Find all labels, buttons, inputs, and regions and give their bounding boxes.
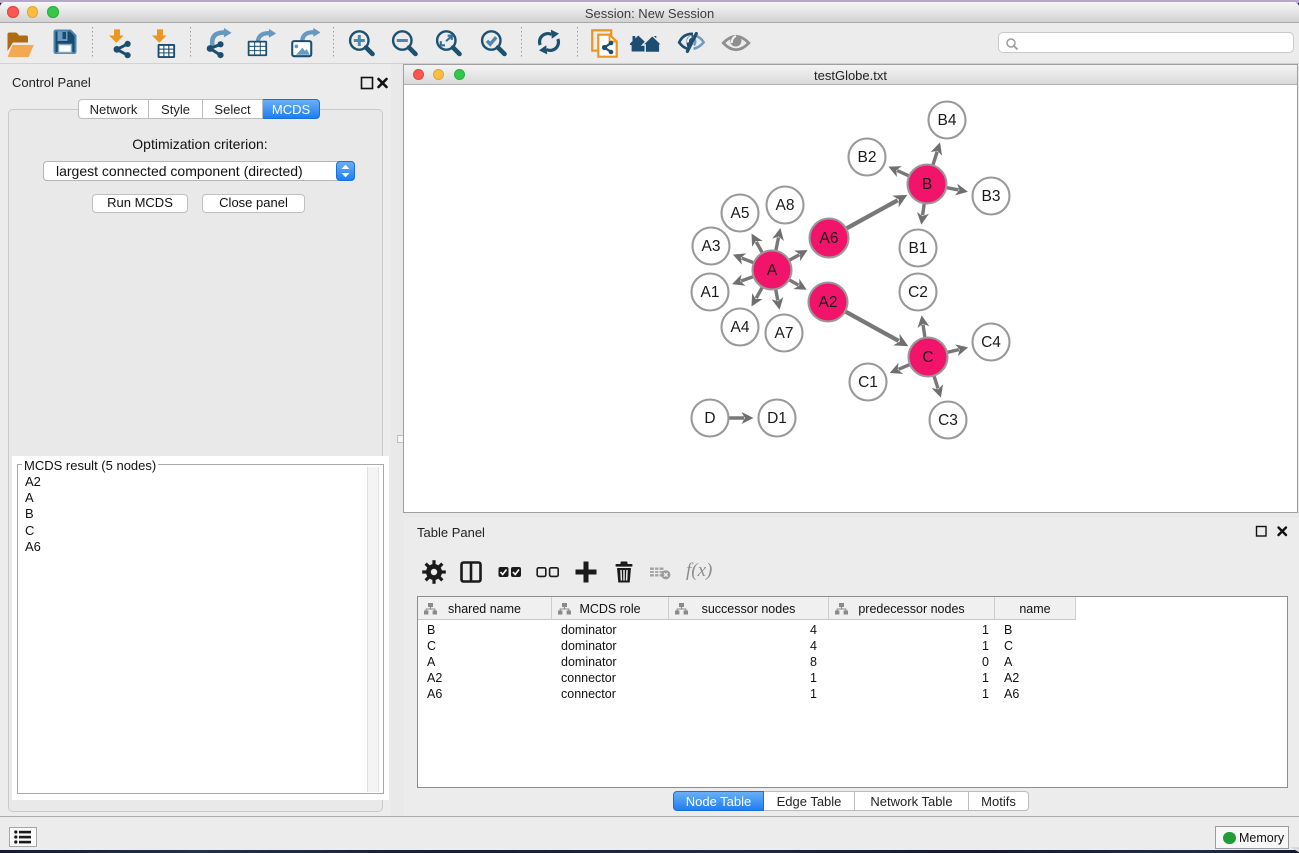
svg-text:B4: B4 [938,112,957,129]
svg-text:C: C [922,349,933,366]
svg-text:A3: A3 [702,238,721,255]
svg-text:B2: B2 [858,149,877,166]
svg-text:C2: C2 [908,284,928,301]
svg-text:A5: A5 [731,205,750,222]
svg-text:B1: B1 [909,240,928,257]
svg-text:A4: A4 [731,319,750,336]
svg-text:A7: A7 [775,325,794,342]
svg-text:B3: B3 [982,188,1001,205]
svg-text:D1: D1 [767,410,787,427]
svg-text:A: A [767,262,778,279]
svg-text:D: D [704,410,715,427]
svg-text:A6: A6 [820,230,839,247]
svg-text:B: B [922,176,932,193]
svg-text:A1: A1 [701,284,720,301]
svg-text:C1: C1 [858,374,878,391]
svg-text:A2: A2 [819,294,838,311]
svg-text:C4: C4 [981,334,1001,351]
svg-text:A8: A8 [776,197,795,214]
svg-text:C3: C3 [938,412,958,429]
